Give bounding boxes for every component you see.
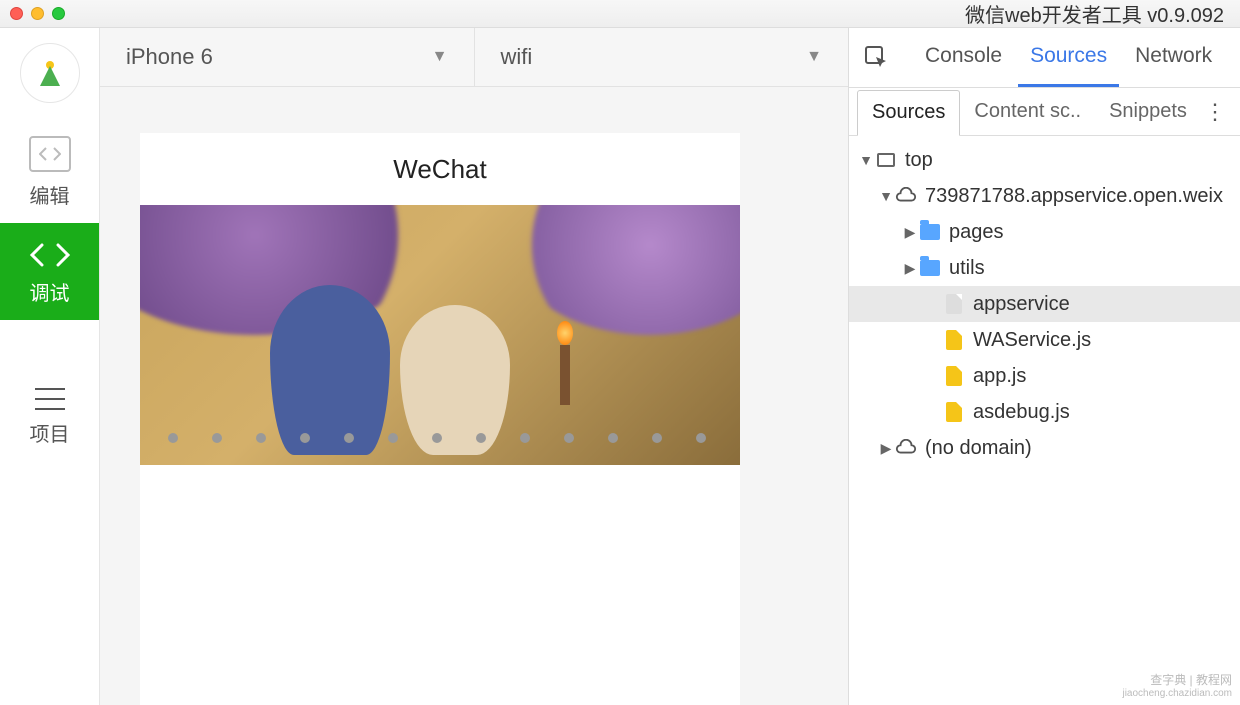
logo-icon: [20, 43, 80, 103]
subtab-snippets[interactable]: Snippets: [1095, 89, 1201, 135]
frame-icon: [875, 149, 897, 171]
tree-row-pages[interactable]: ▶ pages: [849, 214, 1240, 250]
folder-icon: [919, 221, 941, 243]
tree-row-top[interactable]: ▼ top: [849, 142, 1240, 178]
device-select[interactable]: iPhone 6 ▼: [100, 28, 475, 87]
tab-sources[interactable]: Sources: [1018, 29, 1119, 87]
chevron-down-icon: ▼: [806, 48, 822, 66]
window-titlebar: 微信web开发者工具 v0.9.092: [0, 0, 1240, 28]
network-select-value: wifi: [501, 44, 533, 70]
subtab-sources[interactable]: Sources: [857, 90, 960, 136]
triangle-right-icon: ▶: [901, 260, 919, 277]
tree-row-asdebug[interactable]: asdebug.js: [849, 394, 1240, 430]
sidebar-item-label: 项目: [30, 418, 70, 447]
chevron-down-icon: ▼: [432, 48, 448, 66]
app-logo: [20, 28, 80, 118]
sidebar-item-project[interactable]: 项目: [0, 370, 99, 461]
simulator-toolbar: iPhone 6 ▼ wifi ▼: [100, 28, 848, 87]
left-sidebar: 编辑 调试 项目: [0, 28, 100, 705]
js-file-icon: [943, 365, 965, 387]
js-file-icon: [943, 401, 965, 423]
preview-image: [140, 205, 740, 465]
watermark: 查字典 | 教程网 jiaocheng.chazidian.com: [1122, 671, 1232, 699]
preview-title: WeChat: [140, 133, 740, 205]
traffic-lights: [10, 7, 65, 20]
center-panel: iPhone 6 ▼ wifi ▼ WeChat: [100, 28, 848, 705]
triangle-down-icon: ▼: [857, 152, 875, 168]
menu-icon: [35, 388, 65, 410]
devtools-panel: Console Sources Network Sources Content …: [848, 28, 1240, 705]
tree-row-appservice[interactable]: appservice: [849, 286, 1240, 322]
tab-console[interactable]: Console: [913, 29, 1014, 87]
folder-icon: [919, 257, 941, 279]
debug-icon: [30, 241, 70, 269]
subtab-content-scripts[interactable]: Content sc..: [960, 89, 1095, 135]
sidebar-item-label: 调试: [30, 277, 70, 306]
cloud-icon: [895, 185, 917, 207]
tab-network[interactable]: Network: [1123, 29, 1224, 87]
devtools-subtabs: Sources Content sc.. Snippets ⋮: [849, 88, 1240, 136]
tree-row-domain[interactable]: ▼ 739871788.appservice.open.weix: [849, 178, 1240, 214]
triangle-right-icon: ▶: [901, 224, 919, 241]
sidebar-item-label: 编辑: [30, 180, 70, 209]
file-icon: [943, 293, 965, 315]
network-select[interactable]: wifi ▼: [475, 28, 849, 87]
carousel-dots[interactable]: [168, 433, 740, 443]
main-layout: 编辑 调试 项目 iPhone 6 ▼ wifi ▼ WeChat: [0, 28, 1240, 705]
code-icon: [29, 136, 71, 172]
tree-row-appjs[interactable]: app.js: [849, 358, 1240, 394]
simulator-preview[interactable]: WeChat: [140, 133, 740, 705]
minimize-window-button[interactable]: [31, 7, 44, 20]
cloud-icon: [895, 437, 917, 459]
tree-row-nodomain[interactable]: ▶ (no domain): [849, 430, 1240, 466]
triangle-right-icon: ▶: [877, 440, 895, 457]
devtools-tabs: Console Sources Network: [849, 28, 1240, 88]
js-file-icon: [943, 329, 965, 351]
sources-tree: ▼ top ▼ 739871788.appservice.open.weix ▶…: [849, 136, 1240, 705]
window-title: 微信web开发者工具 v0.9.092: [65, 0, 1230, 28]
maximize-window-button[interactable]: [52, 7, 65, 20]
close-window-button[interactable]: [10, 7, 23, 20]
tree-row-utils[interactable]: ▶ utils: [849, 250, 1240, 286]
sidebar-item-edit[interactable]: 编辑: [0, 118, 99, 223]
inspect-icon[interactable]: [859, 40, 895, 76]
triangle-down-icon: ▼: [877, 188, 895, 204]
tree-row-waservice[interactable]: WAService.js: [849, 322, 1240, 358]
sidebar-item-debug[interactable]: 调试: [0, 223, 99, 320]
more-icon[interactable]: ⋮: [1204, 99, 1228, 125]
device-select-value: iPhone 6: [126, 44, 213, 70]
